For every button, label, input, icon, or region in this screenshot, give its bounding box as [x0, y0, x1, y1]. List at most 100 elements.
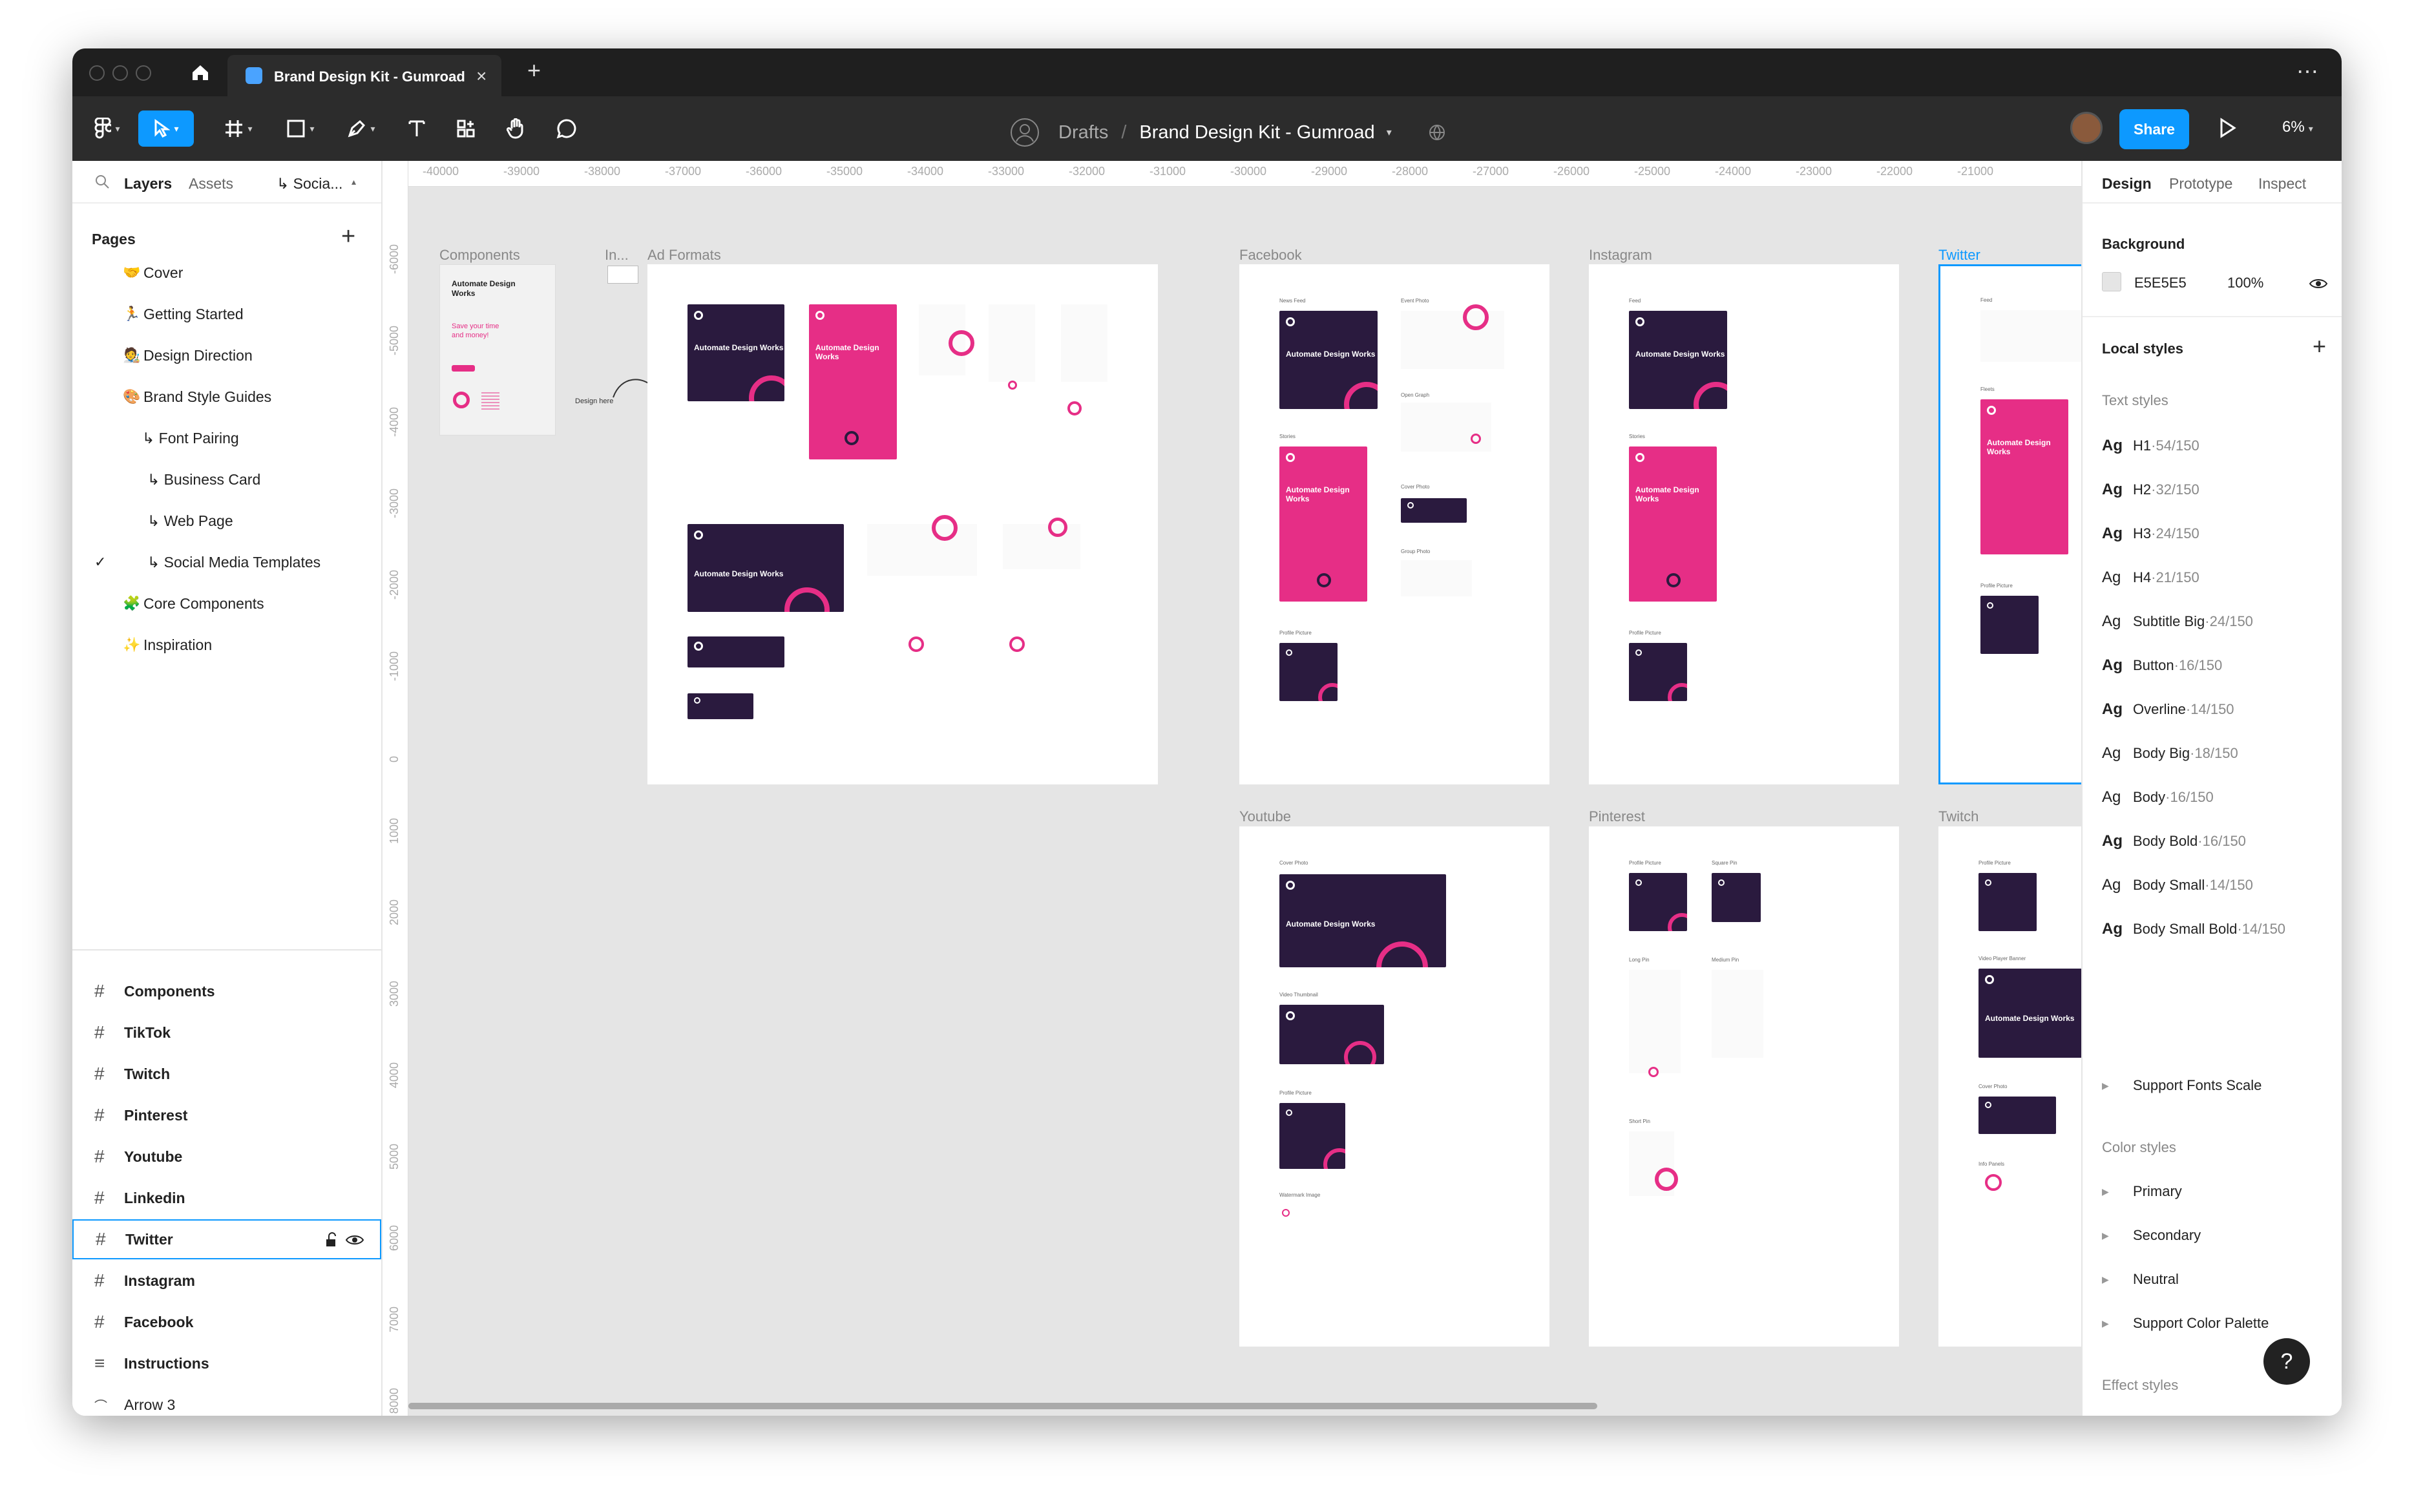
frame-label[interactable]: Ad Formats [647, 247, 721, 264]
add-page-icon[interactable]: + [341, 223, 355, 251]
frame-tool-button[interactable]: ▾ [216, 110, 261, 147]
layer-row[interactable]: # Pinterest [72, 1095, 381, 1135]
ad-mini-card[interactable] [1003, 636, 1080, 682]
ad-card[interactable] [1978, 873, 2037, 931]
ad-mini-card[interactable] [1629, 970, 1681, 1077]
facebook-frame[interactable]: News Feed Automate Design Works Event Ph… [1239, 264, 1549, 784]
text-style-item[interactable]: Ag H4 · 21/150 [2102, 562, 2199, 594]
move-tool-button[interactable]: ▾ [138, 110, 194, 147]
ad-mini-card[interactable] [1712, 970, 1763, 1058]
ad-card[interactable] [1401, 498, 1467, 523]
text-style-item[interactable]: Ag H3 · 24/150 [2102, 518, 2199, 550]
color-style-item[interactable]: ▶ Neutral [2102, 1271, 2179, 1288]
ad-mini-card[interactable] [1003, 518, 1080, 569]
text-style-item[interactable]: Ag Button · 16/150 [2102, 649, 2222, 682]
close-window-button[interactable] [89, 65, 105, 81]
ad-card[interactable]: Automate Design Works [1980, 399, 2068, 554]
resources-button[interactable] [450, 110, 482, 147]
add-style-icon[interactable]: + [2313, 333, 2326, 360]
ad-card[interactable] [1279, 643, 1338, 701]
new-tab-button[interactable]: + [527, 59, 541, 82]
text-tool-button[interactable] [401, 110, 433, 147]
tab-layers[interactable]: Layers [124, 175, 172, 193]
frame-label-selected[interactable]: Twitter [1938, 247, 1980, 264]
ad-mini-card[interactable] [1401, 403, 1491, 452]
frame-label[interactable]: Facebook [1239, 247, 1302, 264]
text-style-item[interactable]: Ag Body · 16/150 [2102, 781, 2214, 814]
ad-mini-card[interactable] [867, 515, 977, 576]
text-style-item[interactable]: Ag Body Small Bold · 14/150 [2102, 913, 2285, 945]
ad-card[interactable]: Automate Design Works [1629, 446, 1717, 602]
ad-mini-card[interactable] [1978, 1174, 2030, 1200]
layer-row[interactable]: # TikTok [72, 1013, 381, 1053]
maximize-window-button[interactable] [136, 65, 151, 81]
page-item[interactable]: 🏃 Getting Started [72, 294, 381, 334]
text-style-item[interactable]: Ag Body Bold · 16/150 [2102, 825, 2246, 857]
page-item-active[interactable]: ✓ ↳ Social Media Templates [72, 542, 381, 582]
ad-card[interactable] [1978, 1097, 2056, 1134]
ad-mini-card[interactable] [1061, 304, 1107, 415]
text-style-item[interactable]: Ag Body Big · 18/150 [2102, 737, 2238, 770]
horizontal-scrollbar[interactable] [408, 1403, 1597, 1409]
ad-card[interactable]: Automate Design Works [1279, 874, 1446, 967]
search-icon[interactable] [94, 174, 110, 189]
color-style-item[interactable]: ▶ Support Color Palette [2102, 1315, 2269, 1332]
layer-row[interactable]: # Twitch [72, 1054, 381, 1094]
frame-label[interactable]: Instagram [1589, 247, 1652, 264]
unlock-icon[interactable] [324, 1232, 339, 1248]
tab-prototype[interactable]: Prototype [2169, 175, 2232, 193]
ad-card[interactable]: Automate Design Works [1279, 446, 1367, 602]
page-item[interactable]: ✨ Inspiration [72, 625, 381, 665]
ad-card[interactable] [1980, 596, 2039, 654]
tab-design[interactable]: Design [2102, 175, 2152, 193]
tab-inspect[interactable]: Inspect [2258, 175, 2306, 193]
ad-mini-card[interactable] [1980, 310, 2081, 362]
ad-card[interactable] [687, 693, 753, 719]
instructions-frame[interactable] [607, 266, 638, 284]
pen-tool-button[interactable]: ▾ [339, 110, 384, 147]
layer-row[interactable]: ⌒ Arrow 3 [72, 1385, 381, 1416]
text-style-item[interactable]: Ag H1 · 54/150 [2102, 430, 2199, 462]
home-icon[interactable] [187, 59, 213, 85]
share-button[interactable]: Share [2119, 109, 2189, 149]
layer-row[interactable]: # Youtube [72, 1137, 381, 1177]
ad-card[interactable] [1629, 643, 1687, 701]
layer-row[interactable]: # Instagram [72, 1261, 381, 1301]
help-button[interactable]: ? [2263, 1338, 2310, 1385]
ad-card[interactable]: Automate Design Works [687, 524, 844, 612]
ad-card[interactable]: Automate Design Works [1629, 311, 1727, 409]
page-item[interactable]: ↳ Business Card [72, 459, 381, 499]
breadcrumb-drafts[interactable]: Drafts [1058, 122, 1108, 143]
avatar[interactable] [2070, 112, 2103, 144]
eye-icon[interactable] [345, 1234, 364, 1246]
page-item[interactable]: ↳ Web Page [72, 501, 381, 541]
page-item[interactable]: 🎨 Brand Style Guides [72, 377, 381, 417]
zoom-dropdown[interactable]: 6% ▾ [2282, 118, 2313, 136]
close-tab-icon[interactable]: × [476, 66, 487, 87]
chevron-up-icon[interactable]: ▴ [352, 176, 356, 187]
page-item[interactable]: 🤝 Cover [72, 253, 381, 293]
frame-label[interactable]: Youtube [1239, 808, 1291, 825]
background-hex-input[interactable]: E5E5E5 [2134, 275, 2187, 291]
layer-row[interactable]: # Linkedin [72, 1178, 381, 1218]
page-item[interactable]: 🧑‍🎨 Design Direction [72, 335, 381, 375]
canvas[interactable]: -40000 -39000 -38000 -37000 -36000 -35000 -340… [383, 161, 2081, 1416]
ad-card[interactable] [1629, 873, 1687, 931]
ad-card[interactable]: Automate Design Works [809, 304, 897, 459]
ad-mini-card[interactable] [1401, 304, 1504, 369]
twitter-frame[interactable]: Feed Fleets Automate Design Works Profil… [1938, 264, 2081, 784]
twitch-frame[interactable]: Profile Picture Video Player Banner Auto… [1938, 826, 2081, 1347]
frame-label[interactable]: Components [439, 247, 520, 264]
file-menu-chevron-icon[interactable]: ▾ [1387, 126, 1392, 139]
text-style-item[interactable]: Ag Subtitle Big · 24/150 [2102, 605, 2253, 638]
present-button[interactable] [2218, 117, 2237, 142]
ad-card[interactable] [1279, 1005, 1384, 1064]
comment-tool-button[interactable] [551, 110, 583, 147]
background-color-swatch[interactable] [2102, 272, 2121, 291]
ad-card[interactable]: Automate Design Works [1978, 969, 2081, 1058]
ad-card[interactable] [1712, 873, 1761, 922]
main-menu-button[interactable]: ▾ [88, 110, 127, 147]
text-style-item[interactable]: Ag Overline · 14/150 [2102, 693, 2234, 726]
instagram-frame[interactable]: Feed Automate Design Works Stories Autom… [1589, 264, 1899, 784]
file-tab[interactable]: Brand Design Kit - Gumroad × [227, 55, 501, 96]
